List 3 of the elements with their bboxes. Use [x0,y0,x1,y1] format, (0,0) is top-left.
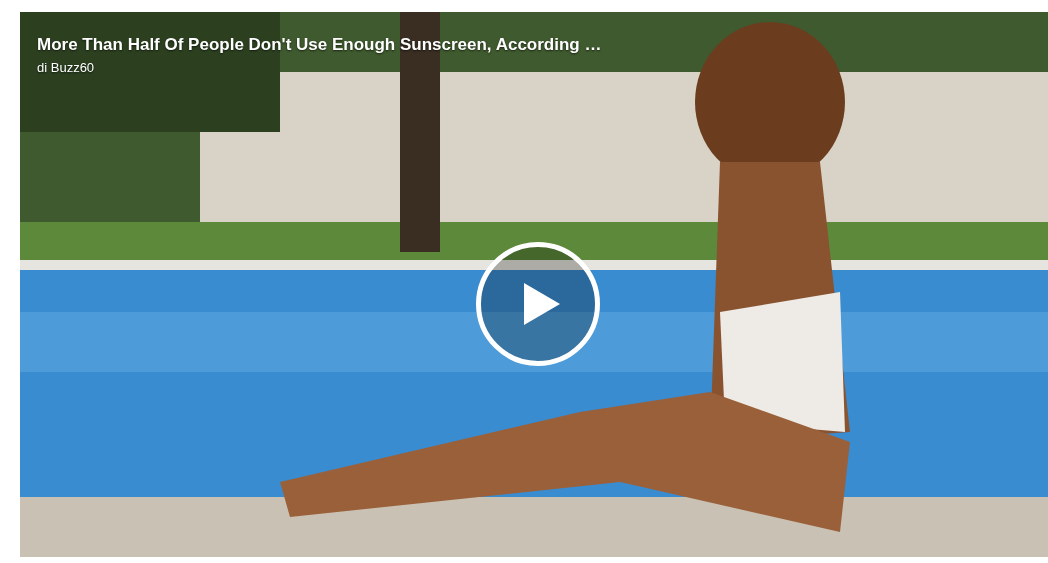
video-byline: di Buzz60 [37,59,96,77]
video-title[interactable]: More Than Half Of People Don't Use Enough Sunscreen, According … [37,34,1048,56]
play-icon [524,283,560,325]
